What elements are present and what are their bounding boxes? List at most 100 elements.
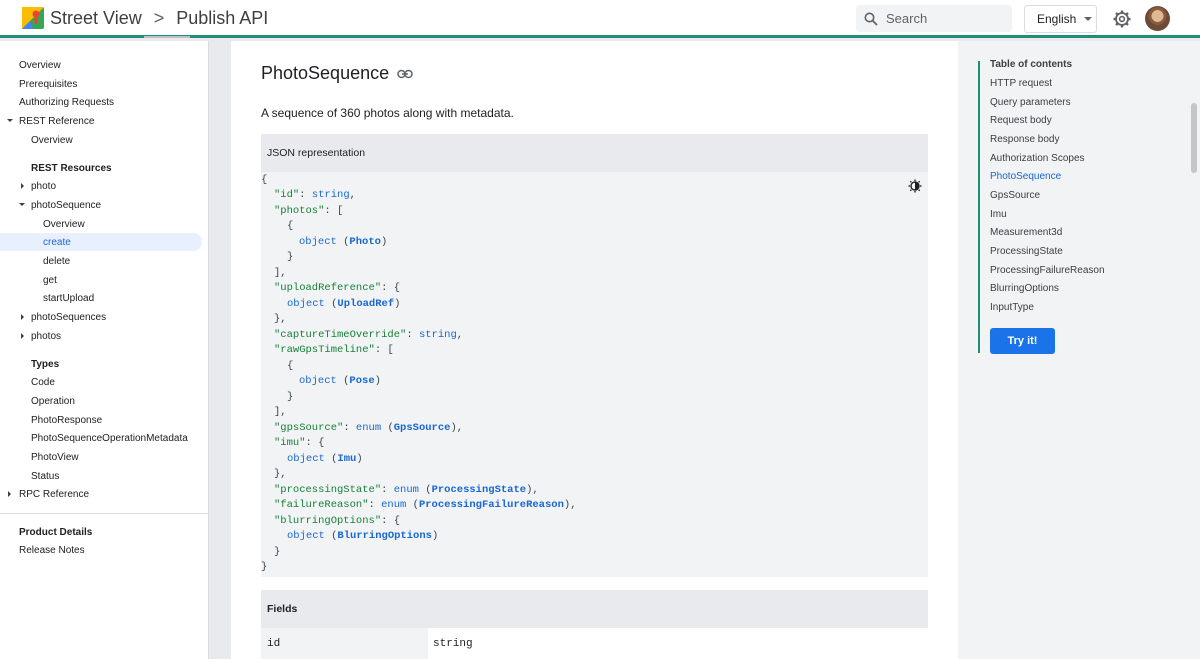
nav-label: REST Reference (19, 115, 95, 127)
code-key: "uploadReference" (274, 282, 382, 294)
type-link-imu[interactable]: Imu (337, 453, 356, 465)
nav-item-photosequenceoperationmetadata[interactable]: PhotoSequenceOperationMetadata (0, 429, 202, 447)
toc-item-measurement3d[interactable]: Measurement3d (990, 227, 1062, 238)
code-line: "id": string, (274, 189, 356, 201)
toc-item-request-body[interactable]: Request body (990, 115, 1052, 126)
gear-icon[interactable] (1112, 9, 1132, 29)
nav-item-rest-reference[interactable]: REST Reference (0, 112, 202, 130)
code-key: "id" (274, 189, 300, 201)
nav-item-delete[interactable]: delete (0, 252, 202, 270)
street-view-logo[interactable] (22, 7, 44, 29)
nav-label: Types (31, 358, 60, 370)
main-content: PhotoSequence A sequence of 360 photos a… (231, 41, 958, 659)
code-key: "photos" (274, 205, 325, 217)
nav-item-rpc-reference[interactable]: RPC Reference (0, 485, 202, 503)
code-line: "blurringOptions": { (274, 515, 401, 527)
toc-item-query-parameters[interactable]: Query parameters (990, 97, 1071, 108)
search-box[interactable] (856, 5, 1012, 32)
nav-item-photosequence-overview[interactable]: Overview (0, 215, 202, 233)
link-icon[interactable] (397, 69, 413, 79)
type-link-processingfailurereason[interactable]: ProcessingFailureReason (419, 499, 564, 511)
toc-item-photosequence[interactable]: PhotoSequence (990, 171, 1061, 182)
nav-item-startupload[interactable]: startUpload (0, 289, 202, 307)
table-row: id string (261, 628, 928, 659)
type-link-photo[interactable]: Photo (349, 236, 381, 248)
language-select[interactable]: English (1024, 5, 1097, 33)
json-representation-header: JSON representation (261, 134, 928, 172)
nav-label: create (43, 236, 71, 248)
code-line: object (UploadRef) (287, 298, 401, 310)
nav-label: PhotoResponse (31, 414, 103, 426)
nav-item-status[interactable]: Status (0, 467, 202, 485)
code-brace: { (261, 174, 268, 186)
nav-label: photos (31, 330, 62, 342)
type-link-processingstate[interactable]: ProcessingState (432, 484, 527, 496)
nav-item-photoview[interactable]: PhotoView (0, 448, 202, 466)
nav-item-prerequisites[interactable]: Prerequisites (0, 75, 202, 93)
scrollbar-thumb[interactable] (1191, 103, 1197, 173)
chevron-right-icon (8, 491, 11, 497)
nav-item-operation[interactable]: Operation (0, 392, 202, 410)
breadcrumb-page[interactable]: Publish API (176, 8, 268, 29)
toc-item-processingstate[interactable]: ProcessingState (990, 246, 1063, 257)
nav-label: photo (31, 180, 57, 192)
nav-label: Product Details (19, 526, 93, 538)
type-link-gpssource[interactable]: GpsSource (394, 422, 451, 434)
code-key: "processingState" (274, 484, 382, 496)
nav-item-release-notes[interactable]: Release Notes (0, 541, 202, 559)
toc-item-authorization-scopes[interactable]: Authorization Scopes (990, 153, 1085, 164)
toc-item-processingfailurereason[interactable]: ProcessingFailureReason (990, 265, 1105, 276)
toc-item-inputtype[interactable]: InputType (990, 302, 1034, 313)
toc-item-response-body[interactable]: Response body (990, 134, 1060, 145)
nav-label: Authorizing Requests (19, 96, 115, 108)
page-title-text: PhotoSequence (261, 63, 390, 83)
toc-item-gpssource[interactable]: GpsSource (990, 190, 1040, 201)
code-type: enum (355, 422, 382, 434)
nav-item-photos[interactable]: photos (0, 327, 202, 345)
code-key: "failureReason" (274, 499, 369, 511)
code-type: enum (381, 499, 407, 511)
page-description: A sequence of 360 photos along with meta… (261, 106, 514, 120)
toc-item-imu[interactable]: Imu (990, 209, 1007, 220)
nav-item-code[interactable]: Code (0, 373, 202, 391)
language-label: English (1037, 12, 1077, 26)
type-link-pose[interactable]: Pose (349, 375, 374, 387)
code-key: "blurringOptions" (274, 515, 382, 527)
code-line: object (Photo) (299, 236, 388, 248)
type-link-blurringoptions[interactable]: BlurringOptions (337, 530, 432, 542)
nav-label: Overview (43, 218, 85, 230)
nav-divider (0, 513, 209, 514)
search-input[interactable] (886, 11, 996, 26)
avatar[interactable] (1145, 6, 1170, 31)
code-line: object (Pose) (299, 375, 381, 387)
try-it-button[interactable]: Try it! (990, 328, 1055, 354)
code-line: object (BlurringOptions) (287, 530, 439, 542)
toc-indicator-bar (978, 61, 980, 353)
nav-item-create[interactable]: create (0, 233, 202, 251)
page-scrollbar[interactable] (1188, 41, 1200, 659)
nav-heading-types: Types (0, 355, 202, 373)
breadcrumb-product[interactable]: Street View (50, 8, 142, 29)
code-line: "photos": [ (274, 205, 344, 217)
toc-item-blurringoptions[interactable]: BlurringOptions (990, 283, 1059, 294)
nav-item-photoresponse[interactable]: PhotoResponse (0, 411, 202, 429)
code-line: } (287, 391, 294, 403)
nav-label: Code (31, 376, 55, 388)
toc-item-http-request[interactable]: HTTP request (990, 78, 1052, 89)
nav-item-photosequences[interactable]: photoSequences (0, 308, 202, 326)
code-line: { (287, 220, 294, 232)
code-line: "failureReason": enum (ProcessingFailure… (274, 499, 577, 511)
nav-item-rest-overview[interactable]: Overview (0, 131, 202, 149)
nav-item-photo[interactable]: photo (0, 177, 202, 195)
nav-item-photosequence[interactable]: photoSequence (0, 196, 202, 214)
type-link-uploadref[interactable]: UploadRef (337, 298, 394, 310)
fields-table-header: Fields (261, 590, 928, 628)
nav-label: Overview (19, 59, 61, 71)
code-line: ], (274, 406, 287, 418)
nav-item-get[interactable]: get (0, 271, 202, 289)
theme-toggle-icon[interactable] (908, 179, 922, 193)
nav-item-authorizing-requests[interactable]: Authorizing Requests (0, 93, 202, 111)
nav-item-overview[interactable]: Overview (0, 56, 202, 74)
nav-label: startUpload (43, 292, 95, 304)
chevron-right-icon (21, 183, 24, 189)
